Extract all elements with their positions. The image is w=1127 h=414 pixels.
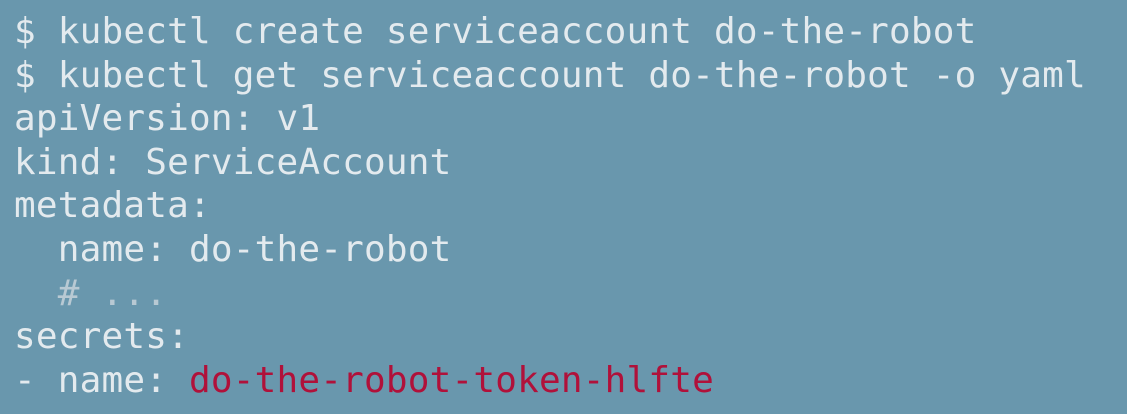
yaml-api-version: apiVersion: v1 xyxy=(14,98,321,140)
yaml-kind: kind: ServiceAccount xyxy=(14,141,452,183)
yaml-secrets: secrets: xyxy=(14,316,189,358)
yaml-metadata: metadata: xyxy=(14,185,211,227)
yaml-metadata-name: name: do-the-robot xyxy=(14,228,452,270)
secret-name-key: - name: xyxy=(14,359,189,401)
secret-token-name: do-the-robot-token-hlfte xyxy=(189,359,714,401)
command-get-serviceaccount: $ kubectl get serviceaccount do-the-robo… xyxy=(14,54,1086,96)
yaml-secret-entry: - name: do-the-robot-token-hlfte xyxy=(14,359,1127,403)
yaml-comment: # ... xyxy=(14,272,168,314)
terminal-output: $ kubectl create serviceaccount do-the-r… xyxy=(0,0,1127,414)
command-create-serviceaccount: $ kubectl create serviceaccount do-the-r… xyxy=(14,11,977,52)
